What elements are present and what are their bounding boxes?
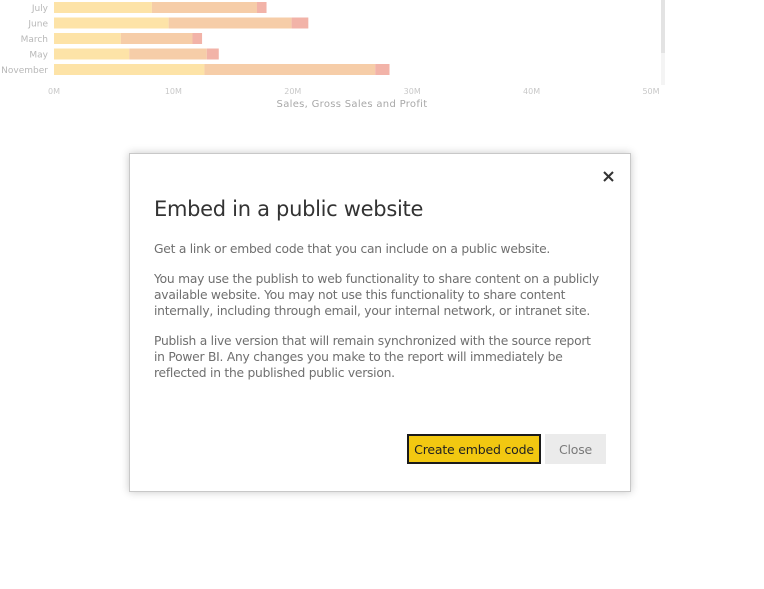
bar-segment-profit[interactable]: [206, 48, 219, 60]
x-axis-title: Sales, Gross Sales and Profit: [277, 99, 428, 110]
bar-segment-profit[interactable]: [256, 2, 267, 13]
x-tick-label: 0M: [48, 87, 60, 96]
bar-segment-sales[interactable]: [54, 64, 205, 75]
dialog-title: Embed in a public website: [154, 197, 424, 221]
stacked-bar-chart: July June March May November 0M 10M 20M 30M 40M 50…: [0, 0, 764, 120]
chart-scrollbar-thumb[interactable]: [661, 0, 665, 53]
x-tick-label: 40M: [523, 87, 540, 96]
close-button[interactable]: [600, 168, 616, 184]
bar-segment-sales[interactable]: [54, 17, 169, 29]
bar-segment-sales[interactable]: [54, 2, 152, 13]
dialog-body: Get a link or embed code that you can in…: [154, 241, 604, 395]
bar-segment-gross-sales[interactable]: [120, 33, 193, 44]
x-tick-label: 10M: [165, 87, 182, 96]
category-label: July: [31, 4, 49, 14]
category-label: November: [1, 66, 48, 76]
close-icon: [602, 170, 614, 182]
bar-segment-profit[interactable]: [291, 17, 309, 29]
category-label: May: [29, 51, 48, 61]
bar-segment-gross-sales[interactable]: [129, 48, 207, 60]
bar-segment-sales[interactable]: [54, 33, 121, 44]
dialog-paragraph-intro: Get a link or embed code that you can in…: [154, 242, 551, 256]
x-tick-label: 50M: [642, 87, 659, 96]
dialog-paragraph-terms: You may use the publish to web functiona…: [154, 272, 599, 318]
bar-segment-profit[interactable]: [192, 33, 203, 44]
category-label: June: [27, 20, 48, 30]
bar-segment-profit[interactable]: [375, 64, 390, 75]
x-tick-label: 20M: [284, 87, 301, 96]
create-embed-code-button[interactable]: Create embed code: [407, 434, 541, 464]
bar-segment-sales[interactable]: [54, 48, 130, 60]
dialog-paragraph-sync: Publish a live version that will remain …: [154, 334, 591, 380]
bar-segment-gross-sales[interactable]: [151, 2, 257, 13]
close-dialog-button[interactable]: Close: [545, 434, 606, 464]
bar-segment-gross-sales[interactable]: [168, 17, 292, 29]
x-tick-label: 30M: [404, 87, 421, 96]
embed-dialog: Embed in a public website Get a link or …: [129, 153, 631, 492]
bar-segment-gross-sales[interactable]: [204, 64, 376, 75]
category-label: March: [21, 35, 48, 45]
chart-canvas: July June March May November 0M 10M 20M 30M 40M 50…: [1, 2, 660, 110]
